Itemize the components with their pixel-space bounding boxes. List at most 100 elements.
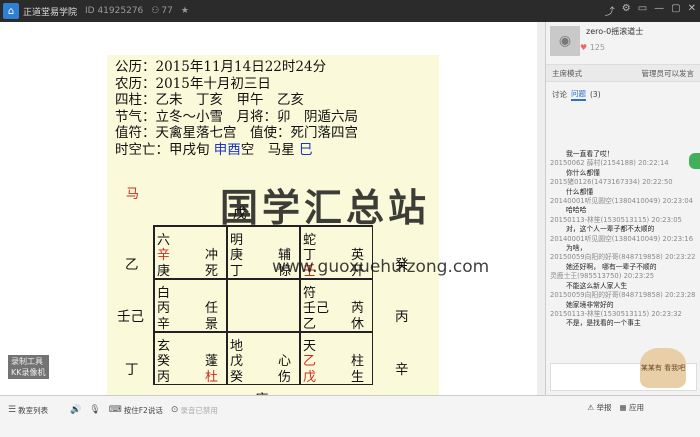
- chat-text: 我一直看了哎！: [566, 150, 614, 158]
- teacher-panel: ◉ zero-0摇滚道士 ♥ 125: [546, 22, 700, 64]
- chat-meta: 20150059向阳的好哥(848719858) 20:23:28: [550, 291, 696, 300]
- share-icon[interactable]: ⤴: [605, 3, 615, 18]
- chat-message: 20150059向阳的好哥(848719858) 20:23:28: [550, 291, 697, 300]
- bottom-toolbar: ☰ 教室列表 🔊 🎙 ⌨ 按住F2说话 ⊙ 录音已禁用 ⚠ 举报 ▦ 应用: [0, 395, 700, 437]
- cell-char: 死: [205, 264, 219, 279]
- chat-text: 不是，是找看的一个事主: [566, 319, 641, 328]
- star-icon[interactable]: ★: [181, 6, 189, 16]
- chat-text: 她还好啊， 哪有一辈子不顺的: [566, 262, 657, 271]
- chat-meta: 20150113-林笙(1530513115) 20:23:05: [550, 215, 682, 224]
- mode-bar: 主席模式 管理员可以发言: [546, 64, 700, 82]
- recorder-logo: 录制工具 KK录像机: [8, 355, 49, 379]
- like-count: 125: [589, 43, 605, 52]
- info-line-lunar: 农历：2015年十月初三日: [115, 75, 271, 92]
- info-line-solar-term: 节气：立冬～小雪 月将：卯 阴遁六局: [115, 108, 358, 125]
- mode-label: 主席模式: [552, 68, 582, 78]
- chart-info: 公历：2015年11月14日22时24分 农历：2015年十月初三日 四柱：乙未…: [115, 59, 358, 158]
- press-talk-button[interactable]: ⌨ 按住F2说话: [109, 405, 163, 416]
- cell-char: 庚: [157, 264, 171, 279]
- room-id: ID 41925276: [85, 6, 144, 16]
- settings-icon[interactable]: ⚙: [622, 3, 631, 18]
- chat-list[interactable]: 我一直看了哎！ 20150062 薛村(2154188) 20:22:14 你什么都…: [546, 150, 700, 360]
- cell-char: 癸: [230, 370, 244, 385]
- chat-meta: 20150059向阳的好哥(848719858) 20:23:22: [550, 253, 696, 262]
- cell-char: 生: [351, 370, 365, 385]
- chat-message: 20140001听见圆空(1380410049) 20:23:16: [550, 235, 697, 244]
- close-icon[interactable]: ✕: [688, 3, 696, 18]
- teacher-name: zero-0摇滚道士: [586, 27, 644, 36]
- chat-message: 她还好啊， 哪有一辈子不顺的: [550, 263, 697, 272]
- chat-message: 灵鹿士王(985513750) 20:23:25: [550, 272, 697, 281]
- chat-text: 对，这个人一辈子都不太顺的: [566, 225, 655, 234]
- maximize-icon[interactable]: ▢: [671, 3, 680, 18]
- cell-char: 景: [205, 317, 219, 332]
- left-label-2: 壬己: [117, 309, 144, 325]
- right-label-3: 辛: [395, 362, 409, 378]
- chat-meta: 20150062 薛村(2154188) 20:22:14: [550, 159, 669, 168]
- sidebar: ◉ zero-0摇滚道士 ♥ 125 主席模式 管理员可以发言 讨论 问题 (3…: [545, 22, 700, 395]
- grid-cell: 地戊癸心伤: [227, 332, 300, 385]
- grid-cell: 符壬己乙芮休: [300, 279, 373, 332]
- volume-icon[interactable]: 🔊: [70, 405, 81, 415]
- minimize-icon[interactable]: —: [654, 3, 664, 18]
- like-icon[interactable]: ♥ 125: [580, 43, 643, 52]
- vertical-scrollbar[interactable]: [537, 22, 545, 395]
- chat-text: 什么都懂: [566, 187, 594, 196]
- horse-label: 马: [126, 187, 140, 202]
- right-label-2: 丙: [395, 309, 409, 325]
- mic-icon[interactable]: 🎙: [89, 405, 100, 415]
- cell-char: 丙: [157, 370, 171, 385]
- watermark-url: www.guoxuehuizong.com: [272, 257, 490, 277]
- side-float-button[interactable]: [689, 153, 700, 169]
- presentation-stage: 公历：2015年11月14日22时24分 农历：2015年十月初三日 四柱：乙未…: [0, 22, 545, 395]
- chat-text: 哈哈哈: [566, 206, 587, 215]
- info-line-solar: 公历：2015年11月14日22时24分: [115, 59, 327, 75]
- info-line-pillars: 四柱：乙未 丁亥 甲午 乙亥: [115, 92, 304, 108]
- cell-char: 伤: [278, 370, 292, 385]
- chat-text: 你什么都懂: [566, 168, 600, 177]
- chat-message: 20150059向阳的好哥(848719858) 20:23:22: [550, 253, 697, 262]
- course-list-button[interactable]: ☰ 教室列表: [8, 405, 48, 416]
- bottom-label: 庚: [255, 388, 269, 395]
- grid-cell: 六辛庚冲死: [154, 226, 227, 279]
- cell-char: 休: [351, 317, 365, 332]
- chat-meta: 灵鹿士王(985513750) 20:23:25: [550, 272, 655, 281]
- info-line-zhifu: 值符：天禽星落七宫 值使：死门落四宫: [115, 125, 358, 141]
- chat-meta: 20150113-林笙(1530513115) 20:23:32: [550, 309, 682, 318]
- mascot-cat[interactable]: 某某有 看我吧: [640, 348, 686, 388]
- teacher-avatar[interactable]: ◉: [550, 26, 580, 56]
- chat-message: 哈哈哈: [550, 206, 697, 215]
- chat-text: 不能这么新人家人生: [566, 281, 628, 290]
- cell-char: 辛: [157, 317, 171, 332]
- chat-message: 你什么都懂: [550, 169, 697, 178]
- chat-message: 不是，是找看的一个事主: [550, 319, 697, 328]
- tab-discuss[interactable]: 讨论: [552, 89, 567, 100]
- mode-right[interactable]: 管理员可以发言: [642, 68, 695, 79]
- chat-meta: 20140001听见圆空(1380410049) 20:23:16: [550, 234, 694, 243]
- app-title: 正道堂易学院: [23, 7, 78, 18]
- chat-message: 20150062 薛村(2154188) 20:22:14: [550, 159, 697, 168]
- chat-meta: 2015猪0126(1473167334) 20:22:50: [550, 178, 673, 187]
- list-icon: ☰: [8, 405, 17, 415]
- chat-message: 对，这个人一辈子都不太顺的: [550, 225, 697, 234]
- grid-cell: 天乙戊柱生: [300, 332, 373, 385]
- cell-char: 乙: [303, 317, 317, 332]
- qimen-grid: 六辛庚冲死明庚丁辅惊蛇丁壬英开白丙辛任景符壬己乙芮休玄癸丙蓬杜地戊癸心伤天乙戊柱…: [153, 225, 373, 385]
- report-icon: ⚠: [587, 403, 595, 412]
- report-button[interactable]: ⚠ 举报: [587, 402, 611, 413]
- viewer-count: 77: [161, 6, 173, 16]
- apps-button[interactable]: ▦ 应用: [620, 402, 644, 413]
- chat-tabs: 讨论 问题 (3): [546, 82, 700, 101]
- tab-question[interactable]: 问题: [571, 88, 586, 101]
- chat-message: 2015猪0126(1473167334) 20:22:50: [550, 178, 697, 187]
- keyboard-icon: ⌨: [108, 405, 122, 415]
- chat-message: 我一直看了哎！: [550, 150, 697, 159]
- chat-message: 20150113-林笙(1530513115) 20:23:32: [550, 310, 697, 319]
- left-label-3: 丁: [125, 362, 139, 378]
- watermark: 国学汇总站: [220, 186, 431, 230]
- home-icon[interactable]: ⌂: [3, 3, 19, 19]
- chat-message: 不能这么新人家人生: [550, 282, 697, 291]
- viewer-icon: ⚇: [151, 6, 160, 16]
- screen-icon[interactable]: ▭: [638, 3, 647, 18]
- grid-cell: 白丙辛任景: [154, 279, 227, 332]
